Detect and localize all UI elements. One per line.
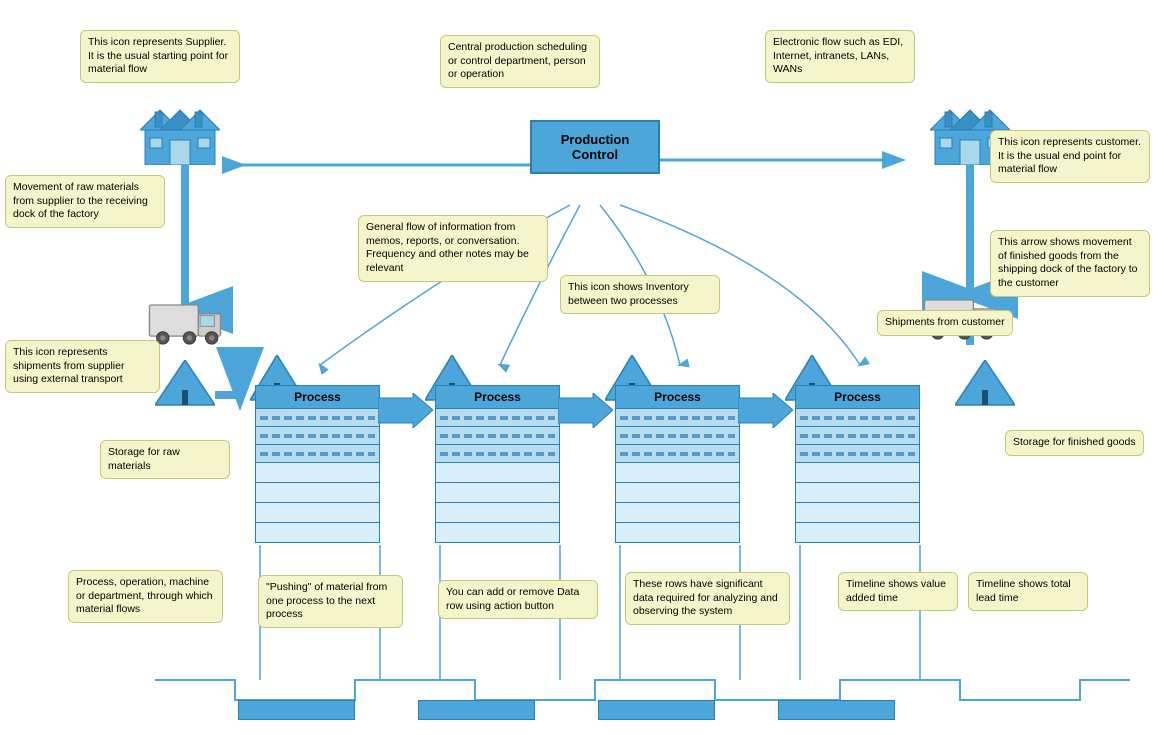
- process-empty-4d: [795, 523, 920, 543]
- process-empty-1a: [255, 463, 380, 483]
- callout-transport-text: This icon represents shipments from supp…: [13, 346, 124, 385]
- process-row-4c: [795, 445, 920, 463]
- callout-electronic: Electronic flow such as EDI, Internet, i…: [765, 30, 915, 83]
- process-row-2b: [435, 427, 560, 445]
- process-empty-2a: [435, 463, 560, 483]
- callout-prod-control: Central production scheduling or control…: [440, 35, 600, 88]
- callout-customer: This icon represents customer. It is the…: [990, 130, 1150, 183]
- timeline-block-1: [238, 700, 355, 720]
- callout-process-text: Process, operation, machine or departmen…: [76, 576, 213, 615]
- process-empty-1c: [255, 503, 380, 523]
- process-empty-1b: [255, 483, 380, 503]
- callout-timeline-value: Timeline shows value added time: [838, 572, 958, 611]
- canvas: Production Control Process: [0, 0, 1170, 735]
- push-arrow-2: [558, 393, 613, 428]
- process-empty-3b: [615, 483, 740, 503]
- process-empty-2c: [435, 503, 560, 523]
- process-empty-3d: [615, 523, 740, 543]
- callout-raw-movement: Movement of raw materials from supplier …: [5, 175, 165, 228]
- callout-timeline-lead-text: Timeline shows total lead time: [976, 578, 1071, 604]
- callout-customer-text: This icon represents customer. It is the…: [998, 136, 1141, 175]
- callout-electronic-text: Electronic flow such as EDI, Internet, i…: [773, 36, 903, 75]
- process-label-2: Process: [435, 385, 560, 409]
- process-label-1: Process: [255, 385, 380, 409]
- callout-significant-rows: These rows have significant data require…: [625, 572, 790, 625]
- callout-storage-finished-text: Storage for finished goods: [1013, 436, 1136, 448]
- triangle-finished: [955, 360, 1015, 415]
- process-empty-3c: [615, 503, 740, 523]
- timeline-block-3: [598, 700, 715, 720]
- callout-significant-text: These rows have significant data require…: [633, 578, 778, 617]
- process-row-2c: [435, 445, 560, 463]
- timeline-block-2: [418, 700, 535, 720]
- callout-inventory: This icon shows Inventory between two pr…: [560, 275, 720, 314]
- callout-info-text: General flow of information from memos, …: [366, 221, 529, 274]
- process-row-1c: [255, 445, 380, 463]
- callout-shipments: Shipments from customer: [877, 310, 1013, 336]
- process-row-1b: [255, 427, 380, 445]
- process-box-3: Process: [615, 385, 740, 543]
- process-empty-4a: [795, 463, 920, 483]
- callout-timeline-lead: Timeline shows total lead time: [968, 572, 1088, 611]
- process-empty-4c: [795, 503, 920, 523]
- timeline-block-4: [778, 700, 895, 720]
- callout-supplier: This icon represents Supplier. It is the…: [80, 30, 240, 83]
- callout-storage-finished: Storage for finished goods: [1005, 430, 1144, 456]
- process-row-2a: [435, 409, 560, 427]
- process-label-3: Process: [615, 385, 740, 409]
- process-box-4: Process: [795, 385, 920, 543]
- supplier-factory: [140, 100, 220, 165]
- callout-supplier-text: This icon represents Supplier. It is the…: [88, 36, 228, 75]
- callout-data-row: You can add or remove Data row using act…: [438, 580, 598, 619]
- production-control-box: Production Control: [530, 120, 660, 174]
- callout-finished-text: This arrow shows movement of finished go…: [998, 236, 1138, 289]
- push-arrow-1: [378, 393, 433, 428]
- process-empty-3a: [615, 463, 740, 483]
- process-label-4: Process: [795, 385, 920, 409]
- callout-push-text: "Pushing" of material from one process t…: [266, 581, 387, 620]
- process-row-1a: [255, 409, 380, 427]
- process-row-3b: [615, 427, 740, 445]
- callout-inventory-text: This icon shows Inventory between two pr…: [568, 281, 689, 307]
- process-empty-2b: [435, 483, 560, 503]
- process-row-4a: [795, 409, 920, 427]
- callout-shipments-text: Shipments from customer: [885, 316, 1005, 328]
- callout-supplier-transport: This icon represents shipments from supp…: [5, 340, 160, 393]
- push-arrow-3: [738, 393, 793, 428]
- callout-push: "Pushing" of material from one process t…: [258, 575, 403, 628]
- callout-finished-movement: This arrow shows movement of finished go…: [990, 230, 1150, 297]
- callout-storage-raw: Storage for raw materials: [100, 440, 230, 479]
- process-row-4b: [795, 427, 920, 445]
- process-box-1: Process: [255, 385, 380, 543]
- process-empty-2d: [435, 523, 560, 543]
- process-row-3c: [615, 445, 740, 463]
- callout-raw-movement-text: Movement of raw materials from supplier …: [13, 181, 148, 220]
- callout-info-flow: General flow of information from memos, …: [358, 215, 548, 282]
- process-empty-1d: [255, 523, 380, 543]
- callout-storage-raw-text: Storage for raw materials: [108, 446, 180, 472]
- prod-control-label: Production Control: [561, 132, 630, 162]
- triangle-raw: [155, 360, 215, 415]
- process-empty-4b: [795, 483, 920, 503]
- callout-process: Process, operation, machine or departmen…: [68, 570, 223, 623]
- callout-prod-text: Central production scheduling or control…: [448, 41, 587, 80]
- callout-data-row-text: You can add or remove Data row using act…: [446, 586, 579, 612]
- process-box-2: Process: [435, 385, 560, 543]
- process-row-3a: [615, 409, 740, 427]
- callout-timeline-value-text: Timeline shows value added time: [846, 578, 946, 604]
